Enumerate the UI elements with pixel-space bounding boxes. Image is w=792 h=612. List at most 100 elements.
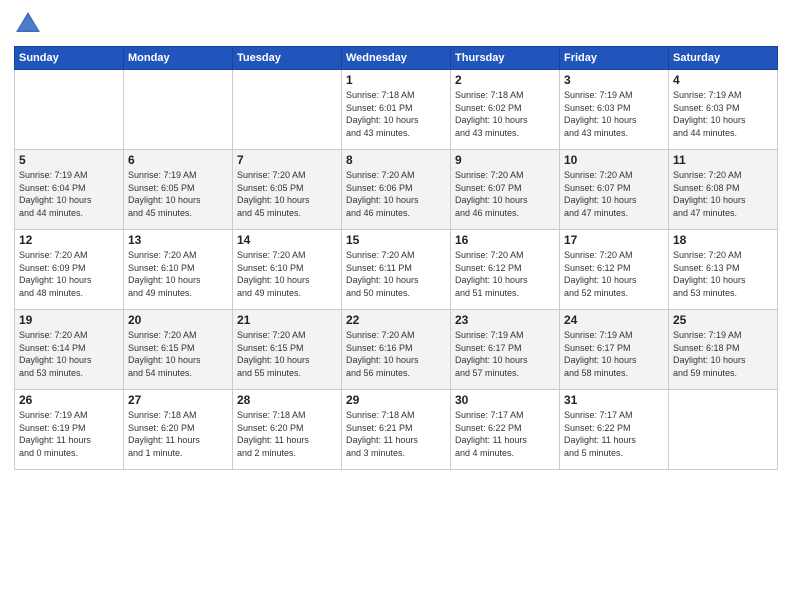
calendar-header-monday: Monday: [124, 47, 233, 70]
day-info: Sunrise: 7:20 AM Sunset: 6:08 PM Dayligh…: [673, 169, 773, 219]
calendar-cell: 21 Sunrise: 7:20 AM Sunset: 6:15 PM Dayli…: [233, 310, 342, 390]
day-info: Sunrise: 7:18 AM Sunset: 6:02 PM Dayligh…: [455, 89, 555, 139]
calendar-header-row: SundayMondayTuesdayWednesdayThursdayFrid…: [15, 47, 778, 70]
calendar-cell: 26 Sunrise: 7:19 AM Sunset: 6:19 PM Dayli…: [15, 390, 124, 470]
calendar-week-row: 26 Sunrise: 7:19 AM Sunset: 6:19 PM Dayli…: [15, 390, 778, 470]
day-info: Sunrise: 7:20 AM Sunset: 6:05 PM Dayligh…: [237, 169, 337, 219]
calendar-cell: 1 Sunrise: 7:18 AM Sunset: 6:01 PM Daylig…: [342, 70, 451, 150]
calendar-cell: [669, 390, 778, 470]
day-info: Sunrise: 7:20 AM Sunset: 6:13 PM Dayligh…: [673, 249, 773, 299]
day-number: 2: [455, 73, 555, 87]
day-info: Sunrise: 7:20 AM Sunset: 6:10 PM Dayligh…: [237, 249, 337, 299]
calendar-cell: 20 Sunrise: 7:20 AM Sunset: 6:15 PM Dayli…: [124, 310, 233, 390]
calendar-cell: 2 Sunrise: 7:18 AM Sunset: 6:02 PM Daylig…: [451, 70, 560, 150]
calendar-cell: 24 Sunrise: 7:19 AM Sunset: 6:17 PM Dayli…: [560, 310, 669, 390]
day-info: Sunrise: 7:20 AM Sunset: 6:14 PM Dayligh…: [19, 329, 119, 379]
calendar-header-saturday: Saturday: [669, 47, 778, 70]
calendar-header-sunday: Sunday: [15, 47, 124, 70]
calendar-week-row: 12Sunrise: 7:20 AM Sunset: 6:09 PM Dayli…: [15, 230, 778, 310]
calendar-cell: 5 Sunrise: 7:19 AM Sunset: 6:04 PM Daylig…: [15, 150, 124, 230]
day-number: 19: [19, 313, 119, 327]
day-number: 8: [346, 153, 446, 167]
calendar-cell: 22Sunrise: 7:20 AM Sunset: 6:16 PM Dayli…: [342, 310, 451, 390]
day-number: 17: [564, 233, 664, 247]
calendar-cell: 7 Sunrise: 7:20 AM Sunset: 6:05 PM Daylig…: [233, 150, 342, 230]
calendar-cell: 31 Sunrise: 7:17 AM Sunset: 6:22 PM Dayli…: [560, 390, 669, 470]
calendar-cell: 19 Sunrise: 7:20 AM Sunset: 6:14 PM Dayli…: [15, 310, 124, 390]
calendar-header-wednesday: Wednesday: [342, 47, 451, 70]
calendar-week-row: 5 Sunrise: 7:19 AM Sunset: 6:04 PM Daylig…: [15, 150, 778, 230]
day-number: 20: [128, 313, 228, 327]
day-number: 13: [128, 233, 228, 247]
day-info: Sunrise: 7:19 AM Sunset: 6:03 PM Dayligh…: [673, 89, 773, 139]
day-info: Sunrise: 7:18 AM Sunset: 6:20 PM Dayligh…: [128, 409, 228, 459]
day-info: Sunrise: 7:18 AM Sunset: 6:21 PM Dayligh…: [346, 409, 446, 459]
day-number: 14: [237, 233, 337, 247]
day-info: Sunrise: 7:20 AM Sunset: 6:07 PM Dayligh…: [564, 169, 664, 219]
day-number: 6: [128, 153, 228, 167]
day-number: 9: [455, 153, 555, 167]
day-number: 25: [673, 313, 773, 327]
calendar-week-row: 19 Sunrise: 7:20 AM Sunset: 6:14 PM Dayli…: [15, 310, 778, 390]
calendar-cell: 8Sunrise: 7:20 AM Sunset: 6:06 PM Daylig…: [342, 150, 451, 230]
day-number: 29: [346, 393, 446, 407]
day-number: 4: [673, 73, 773, 87]
calendar-cell: 3 Sunrise: 7:19 AM Sunset: 6:03 PM Daylig…: [560, 70, 669, 150]
day-info: Sunrise: 7:19 AM Sunset: 6:17 PM Dayligh…: [455, 329, 555, 379]
calendar-cell: 23Sunrise: 7:19 AM Sunset: 6:17 PM Dayli…: [451, 310, 560, 390]
day-number: 16: [455, 233, 555, 247]
day-number: 10: [564, 153, 664, 167]
day-number: 15: [346, 233, 446, 247]
calendar-cell: 30Sunrise: 7:17 AM Sunset: 6:22 PM Dayli…: [451, 390, 560, 470]
calendar-cell: [15, 70, 124, 150]
day-number: 11: [673, 153, 773, 167]
day-number: 30: [455, 393, 555, 407]
calendar-cell: 17 Sunrise: 7:20 AM Sunset: 6:12 PM Dayli…: [560, 230, 669, 310]
day-info: Sunrise: 7:19 AM Sunset: 6:19 PM Dayligh…: [19, 409, 119, 459]
day-number: 31: [564, 393, 664, 407]
calendar-cell: 18 Sunrise: 7:20 AM Sunset: 6:13 PM Dayli…: [669, 230, 778, 310]
calendar-cell: 4 Sunrise: 7:19 AM Sunset: 6:03 PM Daylig…: [669, 70, 778, 150]
day-number: 26: [19, 393, 119, 407]
calendar-table: SundayMondayTuesdayWednesdayThursdayFrid…: [14, 46, 778, 470]
day-info: Sunrise: 7:18 AM Sunset: 6:01 PM Dayligh…: [346, 89, 446, 139]
day-info: Sunrise: 7:20 AM Sunset: 6:15 PM Dayligh…: [237, 329, 337, 379]
calendar-cell: 25 Sunrise: 7:19 AM Sunset: 6:18 PM Dayli…: [669, 310, 778, 390]
day-info: Sunrise: 7:20 AM Sunset: 6:15 PM Dayligh…: [128, 329, 228, 379]
day-info: Sunrise: 7:19 AM Sunset: 6:18 PM Dayligh…: [673, 329, 773, 379]
day-number: 27: [128, 393, 228, 407]
day-info: Sunrise: 7:19 AM Sunset: 6:17 PM Dayligh…: [564, 329, 664, 379]
day-number: 28: [237, 393, 337, 407]
day-number: 24: [564, 313, 664, 327]
calendar-cell: 9 Sunrise: 7:20 AM Sunset: 6:07 PM Daylig…: [451, 150, 560, 230]
day-info: Sunrise: 7:20 AM Sunset: 6:12 PM Dayligh…: [564, 249, 664, 299]
calendar-cell: 12Sunrise: 7:20 AM Sunset: 6:09 PM Dayli…: [15, 230, 124, 310]
day-info: Sunrise: 7:19 AM Sunset: 6:05 PM Dayligh…: [128, 169, 228, 219]
day-number: 12: [19, 233, 119, 247]
day-number: 5: [19, 153, 119, 167]
day-number: 18: [673, 233, 773, 247]
day-info: Sunrise: 7:20 AM Sunset: 6:12 PM Dayligh…: [455, 249, 555, 299]
day-info: Sunrise: 7:19 AM Sunset: 6:04 PM Dayligh…: [19, 169, 119, 219]
day-number: 1: [346, 73, 446, 87]
day-info: Sunrise: 7:20 AM Sunset: 6:07 PM Dayligh…: [455, 169, 555, 219]
day-number: 3: [564, 73, 664, 87]
calendar-cell: 10 Sunrise: 7:20 AM Sunset: 6:07 PM Dayli…: [560, 150, 669, 230]
calendar-cell: 6 Sunrise: 7:19 AM Sunset: 6:05 PM Daylig…: [124, 150, 233, 230]
logo-icon: [14, 10, 42, 38]
day-info: Sunrise: 7:19 AM Sunset: 6:03 PM Dayligh…: [564, 89, 664, 139]
day-number: 21: [237, 313, 337, 327]
calendar-cell: [124, 70, 233, 150]
calendar-header-thursday: Thursday: [451, 47, 560, 70]
calendar-header-tuesday: Tuesday: [233, 47, 342, 70]
calendar-cell: 15Sunrise: 7:20 AM Sunset: 6:11 PM Dayli…: [342, 230, 451, 310]
day-info: Sunrise: 7:17 AM Sunset: 6:22 PM Dayligh…: [564, 409, 664, 459]
day-info: Sunrise: 7:20 AM Sunset: 6:10 PM Dayligh…: [128, 249, 228, 299]
header: [14, 10, 778, 38]
day-number: 7: [237, 153, 337, 167]
day-number: 22: [346, 313, 446, 327]
calendar-cell: 11 Sunrise: 7:20 AM Sunset: 6:08 PM Dayli…: [669, 150, 778, 230]
calendar-cell: 16 Sunrise: 7:20 AM Sunset: 6:12 PM Dayli…: [451, 230, 560, 310]
calendar-week-row: 1 Sunrise: 7:18 AM Sunset: 6:01 PM Daylig…: [15, 70, 778, 150]
calendar-header-friday: Friday: [560, 47, 669, 70]
